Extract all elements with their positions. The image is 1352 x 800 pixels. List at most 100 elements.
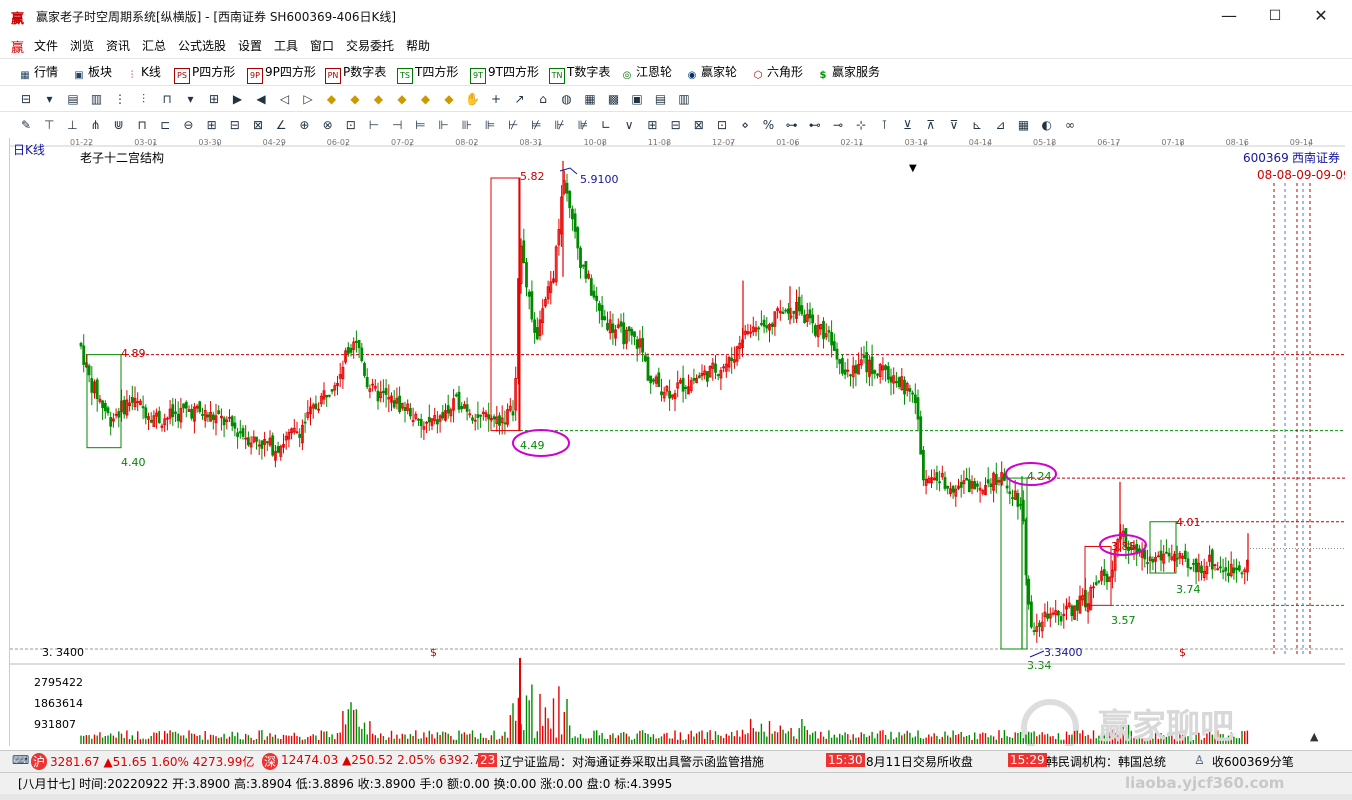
menu-file[interactable]: 文件 [34,37,58,54]
tool-icon-23[interactable]: ⌂ [535,91,551,107]
draw-tool-icon-29[interactable]: ⊟ [668,117,684,133]
draw-tool-icon-16[interactable]: ⊢ [366,117,382,133]
minimize-button[interactable]: — [1206,4,1252,28]
tool-icon-20[interactable]: ✋ [465,91,481,107]
draw-tool-icon-25[interactable]: ⊯ [575,117,591,133]
tool-icon-14[interactable]: ◆ [324,91,340,107]
draw-tool-icon-28[interactable]: ⊞ [644,117,660,133]
scroll-up-button[interactable]: ▲ [1310,730,1319,743]
menu-info[interactable]: 资讯 [106,37,130,54]
draw-tool-icon-44[interactable]: ▦ [1016,117,1032,133]
toolbar-winner-wheel-button[interactable]: ◉ 赢家轮 [685,63,737,83]
toolbar-p-square-button[interactable]: PS P四方形 [174,63,235,84]
draw-tool-icon-45[interactable]: ◐ [1039,117,1055,133]
draw-tool-icon-22[interactable]: ⊬ [505,117,521,133]
draw-tool-icon-2[interactable]: ⊤ [41,117,57,133]
menu-formula[interactable]: 公式选股 [178,37,226,54]
chart-panel[interactable]: 01-22 03-01 03-30 04-29 06-02 07-02 08-02 08-31… [9,138,1345,746]
draw-tool-icon-20[interactable]: ⊪ [459,117,475,133]
draw-tool-icon-17[interactable]: ⊣ [389,117,405,133]
draw-tool-icon-37[interactable]: ⊹ [853,117,869,133]
toolbar-hexagon-button[interactable]: ⬡ 六角形 [751,63,803,83]
toolbar-kline-button[interactable]: ⫶ K线 [125,63,161,83]
tool-icon-21[interactable]: + [488,91,504,107]
tool-icon-13[interactable]: ▷ [300,91,316,107]
draw-tool-icon-27[interactable]: ∨ [621,117,637,133]
draw-tool-icon-40[interactable]: ⊼ [923,117,939,133]
tool-icon-29[interactable]: ▥ [676,91,692,107]
kline-chart[interactable]: 01-22 03-01 03-30 04-29 06-02 07-02 08-02 08-31… [10,138,1345,746]
menu-browse[interactable]: 浏览 [70,37,94,54]
tool-icon-18[interactable]: ◆ [418,91,434,107]
draw-tool-icon-26[interactable]: ∟ [598,117,614,133]
draw-tool-icon-12[interactable]: ∠ [273,117,289,133]
menu-window[interactable]: 窗口 [310,37,334,54]
news-item-1[interactable]: 辽宁证监局：对海通证券采取出具警示函监管措施 [500,753,764,770]
maximize-button[interactable]: ☐ [1252,4,1298,28]
toolbar-sector-button[interactable]: ▣ 板块 [72,63,112,83]
tool-icon-17[interactable]: ◆ [394,91,410,107]
draw-tool-icon-38[interactable]: ⊺ [876,117,892,133]
draw-tool-icon-4[interactable]: ⋔ [88,117,104,133]
tool-icon-22[interactable]: ↗ [512,91,528,107]
toolbar-p-table-button[interactable]: PN P数字表 [325,63,386,84]
tool-icon-4[interactable]: ▥ [89,91,105,107]
draw-tool-icon-15[interactable]: ⊡ [343,117,359,133]
tool-icon-6[interactable]: ⫶ [136,91,152,107]
tool-icon-9[interactable]: ⊞ [206,91,222,107]
tool-icon-27[interactable]: ▣ [629,91,645,107]
menu-settings[interactable]: 设置 [238,37,262,54]
tool-icon-25[interactable]: ▦ [582,91,598,107]
draw-tool-icon-14[interactable]: ⊗ [320,117,336,133]
tool-icon-24[interactable]: ◍ [559,91,575,107]
draw-tool-icon-6[interactable]: ⊓ [134,117,150,133]
toolbar-gann-wheel-button[interactable]: ◎ 江恩轮 [620,63,672,83]
draw-tool-icon-39[interactable]: ⊻ [900,117,916,133]
draw-tool-icon-33[interactable]: % [760,117,776,133]
draw-tool-icon-35[interactable]: ⊷ [807,117,823,133]
draw-tool-icon-41[interactable]: ⊽ [946,117,962,133]
close-button[interactable]: ✕ [1298,4,1344,28]
news-item-2[interactable]: 8月11日交易所收盘 [866,753,973,770]
tool-icon-15[interactable]: ◆ [347,91,363,107]
tool-icon-10[interactable]: ▶ [230,91,246,107]
tick-quote-button[interactable]: 收600369分笔 [1212,753,1294,770]
draw-tool-icon-13[interactable]: ⊕ [296,117,312,133]
tool-icon-28[interactable]: ▤ [653,91,669,107]
toolbar-9t-square-button[interactable]: 9T 9T四方形 [470,63,539,84]
draw-tool-icon-24[interactable]: ⊮ [552,117,568,133]
shanghai-index[interactable]: 3281.67 ▲51.65 1.60% 4273.99亿 [50,753,254,770]
tool-icon-26[interactable]: ▩ [606,91,622,107]
draw-tool-icon-8[interactable]: ⊖ [180,117,196,133]
draw-tool-icon-34[interactable]: ⊶ [784,117,800,133]
draw-tool-icon-1[interactable]: ✎ [18,117,34,133]
tool-icon-1[interactable]: ⊟ [18,91,34,107]
keyboard-icon[interactable]: ⌨ [12,753,29,767]
draw-tool-icon-9[interactable]: ⊞ [204,117,220,133]
shenzhen-index[interactable]: 12474.03 ▲250.52 2.05% 6392.75 [281,753,489,767]
draw-tool-icon-11[interactable]: ⊠ [250,117,266,133]
draw-tool-icon-21[interactable]: ⊫ [482,117,498,133]
toolbar-t-table-button[interactable]: TN T数字表 [549,63,610,84]
tool-icon-8[interactable]: ▾ [183,91,199,107]
draw-tool-icon-7[interactable]: ⊏ [157,117,173,133]
draw-tool-icon-3[interactable]: ⊥ [64,117,80,133]
tool-icon-16[interactable]: ◆ [371,91,387,107]
draw-tool-icon-30[interactable]: ⊠ [691,117,707,133]
toolbar-t-square-button[interactable]: TS T四方形 [397,63,458,84]
tool-icon-12[interactable]: ◁ [277,91,293,107]
draw-tool-icon-19[interactable]: ⊩ [436,117,452,133]
tool-icon-3[interactable]: ▤ [65,91,81,107]
draw-tool-icon-42[interactable]: ⊾ [969,117,985,133]
draw-tool-icon-36[interactable]: ⊸ [830,117,846,133]
draw-tool-icon-10[interactable]: ⊟ [227,117,243,133]
menu-help[interactable]: 帮助 [406,37,430,54]
toolbar-quotes-button[interactable]: ▦ 行情 [18,63,58,83]
toolbar-service-button[interactable]: $ 赢家服务 [816,63,881,83]
draw-tool-icon-32[interactable]: ⋄ [737,117,753,133]
tool-icon-7[interactable]: ⊓ [159,91,175,107]
draw-tool-icon-23[interactable]: ⊭ [528,117,544,133]
menu-trade[interactable]: 交易委托 [346,37,394,54]
toolbar-9p-square-button[interactable]: 9P 9P四方形 [247,63,316,84]
draw-tool-icon-43[interactable]: ⊿ [992,117,1008,133]
